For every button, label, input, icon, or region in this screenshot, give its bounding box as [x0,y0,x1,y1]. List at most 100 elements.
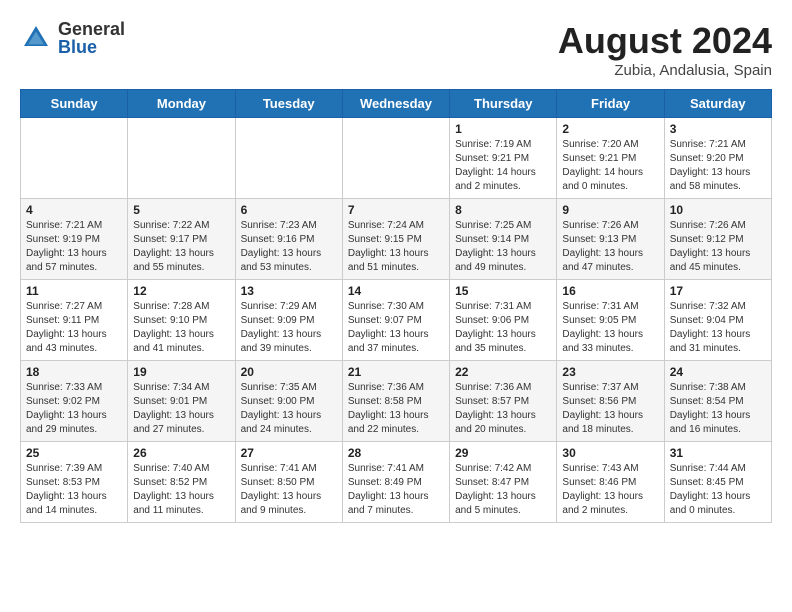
calendar-cell: 3 Sunrise: 7:21 AM Sunset: 9:20 PM Daylig… [664,118,771,199]
calendar-cell: 12 Sunrise: 7:28 AM Sunset: 9:10 PM Dayli… [128,280,235,361]
day-info: Sunrise: 7:29 AM Sunset: 9:09 PM Dayligh… [241,300,337,356]
title-block: August 2024 Zubia, Andalusia, Spain [558,20,772,79]
day-number: 14 [348,284,444,298]
day-info: Sunrise: 7:19 AM Sunset: 9:21 PM Dayligh… [455,138,551,194]
day-info: Sunrise: 7:42 AM Sunset: 8:47 PM Dayligh… [455,462,551,518]
day-number: 6 [241,203,337,217]
day-number: 20 [241,365,337,379]
day-number: 25 [26,446,122,460]
day-number: 27 [241,446,337,460]
calendar-cell: 17Sunrise: 7:32 AM Sunset: 9:04 PM Dayli… [664,280,771,361]
calendar-cell: 30 Sunrise: 7:43 AM Sunset: 8:46 PM Dayli… [557,442,664,523]
day-info: Sunrise: 7:26 AM Sunset: 9:12 PM Dayligh… [670,219,766,275]
calendar-cell: 31 Sunrise: 7:44 AM Sunset: 8:45 PM Dayli… [664,442,771,523]
day-info: Sunrise: 7:34 AM Sunset: 9:01 PM Dayligh… [133,381,229,437]
weekday-header-row: SundayMondayTuesdayWednesdayThursdayFrid… [21,90,772,118]
day-number: 24 [670,365,766,379]
day-number: 9 [562,203,658,217]
weekday-header-wednesday: Wednesday [342,90,449,118]
day-info: Sunrise: 7:25 AM Sunset: 9:14 PM Dayligh… [455,219,551,275]
calendar-cell: 5 Sunrise: 7:22 AM Sunset: 9:17 PM Daylig… [128,199,235,280]
calendar-cell: 29 Sunrise: 7:42 AM Sunset: 8:47 PM Dayli… [450,442,557,523]
calendar-cell: 16Sunrise: 7:31 AM Sunset: 9:05 PM Dayli… [557,280,664,361]
day-info: Sunrise: 7:38 AM Sunset: 8:54 PM Dayligh… [670,381,766,437]
location-text: Zubia, Andalusia, Spain [558,62,772,79]
day-number: 31 [670,446,766,460]
day-info: Sunrise: 7:30 AM Sunset: 9:07 PM Dayligh… [348,300,444,356]
calendar-cell: 14 Sunrise: 7:30 AM Sunset: 9:07 PM Dayli… [342,280,449,361]
calendar-cell: 28 Sunrise: 7:41 AM Sunset: 8:49 PM Dayli… [342,442,449,523]
day-number: 3 [670,122,766,136]
day-info: Sunrise: 7:40 AM Sunset: 8:52 PM Dayligh… [133,462,229,518]
day-info: Sunrise: 7:41 AM Sunset: 8:49 PM Dayligh… [348,462,444,518]
calendar-cell [342,118,449,199]
day-number: 5 [133,203,229,217]
day-info: Sunrise: 7:21 AM Sunset: 9:19 PM Dayligh… [26,219,122,275]
weekday-header-friday: Friday [557,90,664,118]
calendar-cell: 11Sunrise: 7:27 AM Sunset: 9:11 PM Dayli… [21,280,128,361]
calendar-cell: 2Sunrise: 7:20 AM Sunset: 9:21 PM Daylig… [557,118,664,199]
day-info: Sunrise: 7:43 AM Sunset: 8:46 PM Dayligh… [562,462,658,518]
calendar-cell: 10 Sunrise: 7:26 AM Sunset: 9:12 PM Dayli… [664,199,771,280]
page-header: General Blue August 2024 Zubia, Andalusi… [20,20,772,79]
weekday-header-sunday: Sunday [21,90,128,118]
weekday-header-thursday: Thursday [450,90,557,118]
day-number: 21 [348,365,444,379]
calendar-table: SundayMondayTuesdayWednesdayThursdayFrid… [20,89,772,523]
calendar-week-2: 4 Sunrise: 7:21 AM Sunset: 9:19 PM Daylig… [21,199,772,280]
logo-general-text: General [58,20,125,38]
day-number: 10 [670,203,766,217]
day-number: 7 [348,203,444,217]
weekday-header-monday: Monday [128,90,235,118]
calendar-cell: 6 Sunrise: 7:23 AM Sunset: 9:16 PM Daylig… [235,199,342,280]
weekday-header-saturday: Saturday [664,90,771,118]
month-year-title: August 2024 [558,20,772,62]
day-number: 22 [455,365,551,379]
day-number: 23 [562,365,658,379]
logo-text: General Blue [58,20,125,56]
calendar-cell: 13Sunrise: 7:29 AM Sunset: 9:09 PM Dayli… [235,280,342,361]
day-info: Sunrise: 7:37 AM Sunset: 8:56 PM Dayligh… [562,381,658,437]
calendar-week-1: 1Sunrise: 7:19 AM Sunset: 9:21 PM Daylig… [21,118,772,199]
calendar-cell: 20Sunrise: 7:35 AM Sunset: 9:00 PM Dayli… [235,361,342,442]
day-info: Sunrise: 7:32 AM Sunset: 9:04 PM Dayligh… [670,300,766,356]
calendar-cell: 21 Sunrise: 7:36 AM Sunset: 8:58 PM Dayli… [342,361,449,442]
day-info: Sunrise: 7:28 AM Sunset: 9:10 PM Dayligh… [133,300,229,356]
calendar-cell: 19 Sunrise: 7:34 AM Sunset: 9:01 PM Dayli… [128,361,235,442]
day-number: 12 [133,284,229,298]
day-info: Sunrise: 7:22 AM Sunset: 9:17 PM Dayligh… [133,219,229,275]
logo: General Blue [20,20,125,56]
day-info: Sunrise: 7:23 AM Sunset: 9:16 PM Dayligh… [241,219,337,275]
calendar-cell: 27Sunrise: 7:41 AM Sunset: 8:50 PM Dayli… [235,442,342,523]
day-info: Sunrise: 7:31 AM Sunset: 9:05 PM Dayligh… [562,300,658,356]
calendar-cell: 1Sunrise: 7:19 AM Sunset: 9:21 PM Daylig… [450,118,557,199]
calendar-cell: 23 Sunrise: 7:37 AM Sunset: 8:56 PM Dayli… [557,361,664,442]
day-info: Sunrise: 7:44 AM Sunset: 8:45 PM Dayligh… [670,462,766,518]
calendar-cell: 25Sunrise: 7:39 AM Sunset: 8:53 PM Dayli… [21,442,128,523]
calendar-cell: 7Sunrise: 7:24 AM Sunset: 9:15 PM Daylig… [342,199,449,280]
day-info: Sunrise: 7:31 AM Sunset: 9:06 PM Dayligh… [455,300,551,356]
calendar-week-4: 18Sunrise: 7:33 AM Sunset: 9:02 PM Dayli… [21,361,772,442]
day-number: 26 [133,446,229,460]
day-info: Sunrise: 7:36 AM Sunset: 8:58 PM Dayligh… [348,381,444,437]
day-number: 4 [26,203,122,217]
calendar-cell: 9 Sunrise: 7:26 AM Sunset: 9:13 PM Daylig… [557,199,664,280]
day-info: Sunrise: 7:26 AM Sunset: 9:13 PM Dayligh… [562,219,658,275]
calendar-cell [21,118,128,199]
day-number: 8 [455,203,551,217]
calendar-cell: 24 Sunrise: 7:38 AM Sunset: 8:54 PM Dayli… [664,361,771,442]
logo-icon [20,22,52,54]
day-info: Sunrise: 7:20 AM Sunset: 9:21 PM Dayligh… [562,138,658,194]
day-number: 29 [455,446,551,460]
day-number: 19 [133,365,229,379]
calendar-cell: 18Sunrise: 7:33 AM Sunset: 9:02 PM Dayli… [21,361,128,442]
day-number: 28 [348,446,444,460]
day-number: 30 [562,446,658,460]
calendar-cell: 26 Sunrise: 7:40 AM Sunset: 8:52 PM Dayli… [128,442,235,523]
calendar-cell: 22 Sunrise: 7:36 AM Sunset: 8:57 PM Dayli… [450,361,557,442]
day-info: Sunrise: 7:36 AM Sunset: 8:57 PM Dayligh… [455,381,551,437]
logo-blue-text: Blue [58,38,125,56]
day-info: Sunrise: 7:21 AM Sunset: 9:20 PM Dayligh… [670,138,766,194]
calendar-cell [128,118,235,199]
calendar-cell [235,118,342,199]
